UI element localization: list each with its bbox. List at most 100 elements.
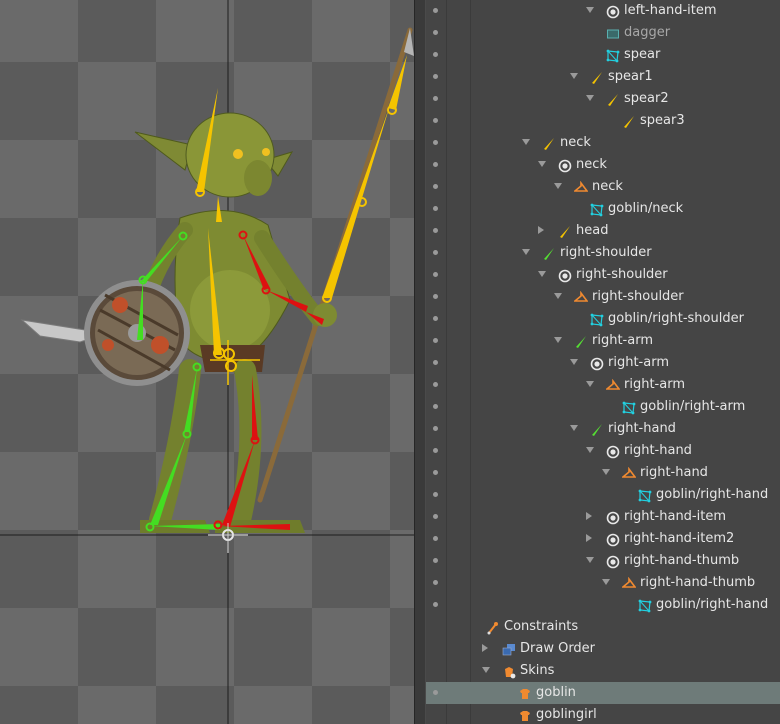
tree-row[interactable]: right-hand-item <box>426 506 780 528</box>
tree-row[interactable]: right-arm <box>426 352 780 374</box>
tree-row[interactable]: right-hand <box>426 462 780 484</box>
tree-row[interactable]: goblin <box>426 682 780 704</box>
tree-row[interactable]: spear2 <box>426 88 780 110</box>
tree-row-label: right-shoulder <box>560 245 652 260</box>
visibility-dot-icon[interactable] <box>433 30 438 35</box>
visibility-dot-icon[interactable] <box>433 338 438 343</box>
collapse-arrow-icon[interactable] <box>522 139 530 145</box>
visibility-dot-icon[interactable] <box>433 140 438 145</box>
tree-row[interactable]: right-shoulder <box>426 286 780 308</box>
tree-row[interactable]: left-hand-item <box>426 0 780 22</box>
tree-row[interactable]: goblingirl <box>426 704 780 724</box>
visibility-dot-icon[interactable] <box>433 514 438 519</box>
tree-row[interactable]: neck <box>426 176 780 198</box>
collapse-arrow-icon[interactable] <box>482 667 490 673</box>
visibility-dot-icon[interactable] <box>433 536 438 541</box>
tree-row[interactable]: right-shoulder <box>426 242 780 264</box>
collapse-arrow-icon[interactable] <box>554 183 562 189</box>
visibility-dot-icon[interactable] <box>433 272 438 277</box>
tree-row[interactable]: head <box>426 220 780 242</box>
mesh-icon <box>590 312 604 327</box>
tree-row[interactable]: right-hand <box>426 418 780 440</box>
slot-icon <box>606 4 620 19</box>
visibility-dot-icon[interactable] <box>433 228 438 233</box>
collapse-arrow-icon[interactable] <box>602 469 610 475</box>
tree-row[interactable]: right-arm <box>426 374 780 396</box>
tree-row[interactable]: spear1 <box>426 66 780 88</box>
visibility-dot-icon[interactable] <box>433 404 438 409</box>
slot-icon <box>590 356 604 371</box>
visibility-dot-icon[interactable] <box>433 96 438 101</box>
tree-row[interactable]: goblin/right-hand <box>426 594 780 616</box>
hanger-icon <box>572 180 589 194</box>
tree-row[interactable]: neck <box>426 132 780 154</box>
expand-arrow-icon[interactable] <box>482 644 488 652</box>
tree-row[interactable]: goblin/right-shoulder <box>426 308 780 330</box>
tree-row[interactable]: spear <box>426 44 780 66</box>
collapse-arrow-icon[interactable] <box>538 161 546 167</box>
visibility-dot-icon[interactable] <box>433 206 438 211</box>
tree-row[interactable]: right-hand-item2 <box>426 528 780 550</box>
tree-row[interactable]: right-arm <box>426 330 780 352</box>
tree-row-label: right-shoulder <box>576 267 668 282</box>
visibility-dot-icon[interactable] <box>433 690 438 695</box>
collapse-arrow-icon[interactable] <box>586 7 594 13</box>
visibility-dot-icon[interactable] <box>433 316 438 321</box>
tree-row-label: right-arm <box>608 355 669 370</box>
visibility-dot-icon[interactable] <box>433 294 438 299</box>
collapse-arrow-icon[interactable] <box>554 337 562 343</box>
collapse-arrow-icon[interactable] <box>586 381 594 387</box>
tree-row[interactable]: right-hand-thumb <box>426 572 780 594</box>
collapse-arrow-icon[interactable] <box>522 249 530 255</box>
collapse-arrow-icon[interactable] <box>570 359 578 365</box>
tree-row[interactable]: spear3 <box>426 110 780 132</box>
tree-row[interactable]: right-shoulder <box>426 264 780 286</box>
visibility-dot-icon[interactable] <box>433 52 438 57</box>
collapse-arrow-icon[interactable] <box>570 425 578 431</box>
tree-row-label: left-hand-item <box>624 3 717 18</box>
tree-row[interactable]: right-hand <box>426 440 780 462</box>
visibility-dot-icon[interactable] <box>433 602 438 607</box>
collapse-arrow-icon[interactable] <box>586 447 594 453</box>
tree-row[interactable]: dagger <box>426 22 780 44</box>
tree-row-label: spear2 <box>624 91 669 106</box>
panel-splitter[interactable] <box>414 0 426 724</box>
expand-arrow-icon[interactable] <box>586 534 592 542</box>
tree-row[interactable]: right-hand-thumb <box>426 550 780 572</box>
viewport-canvas[interactable] <box>0 0 414 724</box>
tree-row[interactable]: Constraints <box>426 616 780 638</box>
collapse-arrow-icon[interactable] <box>570 73 578 79</box>
visibility-dot-icon[interactable] <box>433 448 438 453</box>
collapse-arrow-icon[interactable] <box>586 95 594 101</box>
visibility-dot-icon[interactable] <box>433 426 438 431</box>
collapse-arrow-icon[interactable] <box>586 557 594 563</box>
slot-icon <box>606 532 620 547</box>
region-icon <box>606 26 620 40</box>
visibility-dot-icon[interactable] <box>433 470 438 475</box>
collapse-arrow-icon[interactable] <box>538 271 546 277</box>
visibility-dot-icon[interactable] <box>433 184 438 189</box>
visibility-dot-icon[interactable] <box>433 250 438 255</box>
visibility-dot-icon[interactable] <box>433 360 438 365</box>
tree-row-label: neck <box>576 157 607 172</box>
visibility-dot-icon[interactable] <box>433 492 438 497</box>
visibility-dot-icon[interactable] <box>433 74 438 79</box>
mesh-icon <box>638 598 652 613</box>
visibility-dot-icon[interactable] <box>433 162 438 167</box>
tree-row[interactable]: Draw Order <box>426 638 780 660</box>
collapse-arrow-icon[interactable] <box>602 579 610 585</box>
tree-panel[interactable]: left-hand-item dagger spear spear1 spear2 spe… <box>426 0 780 724</box>
visibility-dot-icon[interactable] <box>433 580 438 585</box>
tree-row[interactable]: goblin/right-hand <box>426 484 780 506</box>
visibility-dot-icon[interactable] <box>433 382 438 387</box>
tree-row[interactable]: neck <box>426 154 780 176</box>
visibility-dot-icon[interactable] <box>433 558 438 563</box>
tree-row[interactable]: goblin/right-arm <box>426 396 780 418</box>
visibility-dot-icon[interactable] <box>433 8 438 13</box>
expand-arrow-icon[interactable] <box>586 512 592 520</box>
expand-arrow-icon[interactable] <box>538 226 544 234</box>
visibility-dot-icon[interactable] <box>433 118 438 123</box>
tree-row[interactable]: Skins <box>426 660 780 682</box>
collapse-arrow-icon[interactable] <box>554 293 562 299</box>
tree-row[interactable]: goblin/neck <box>426 198 780 220</box>
